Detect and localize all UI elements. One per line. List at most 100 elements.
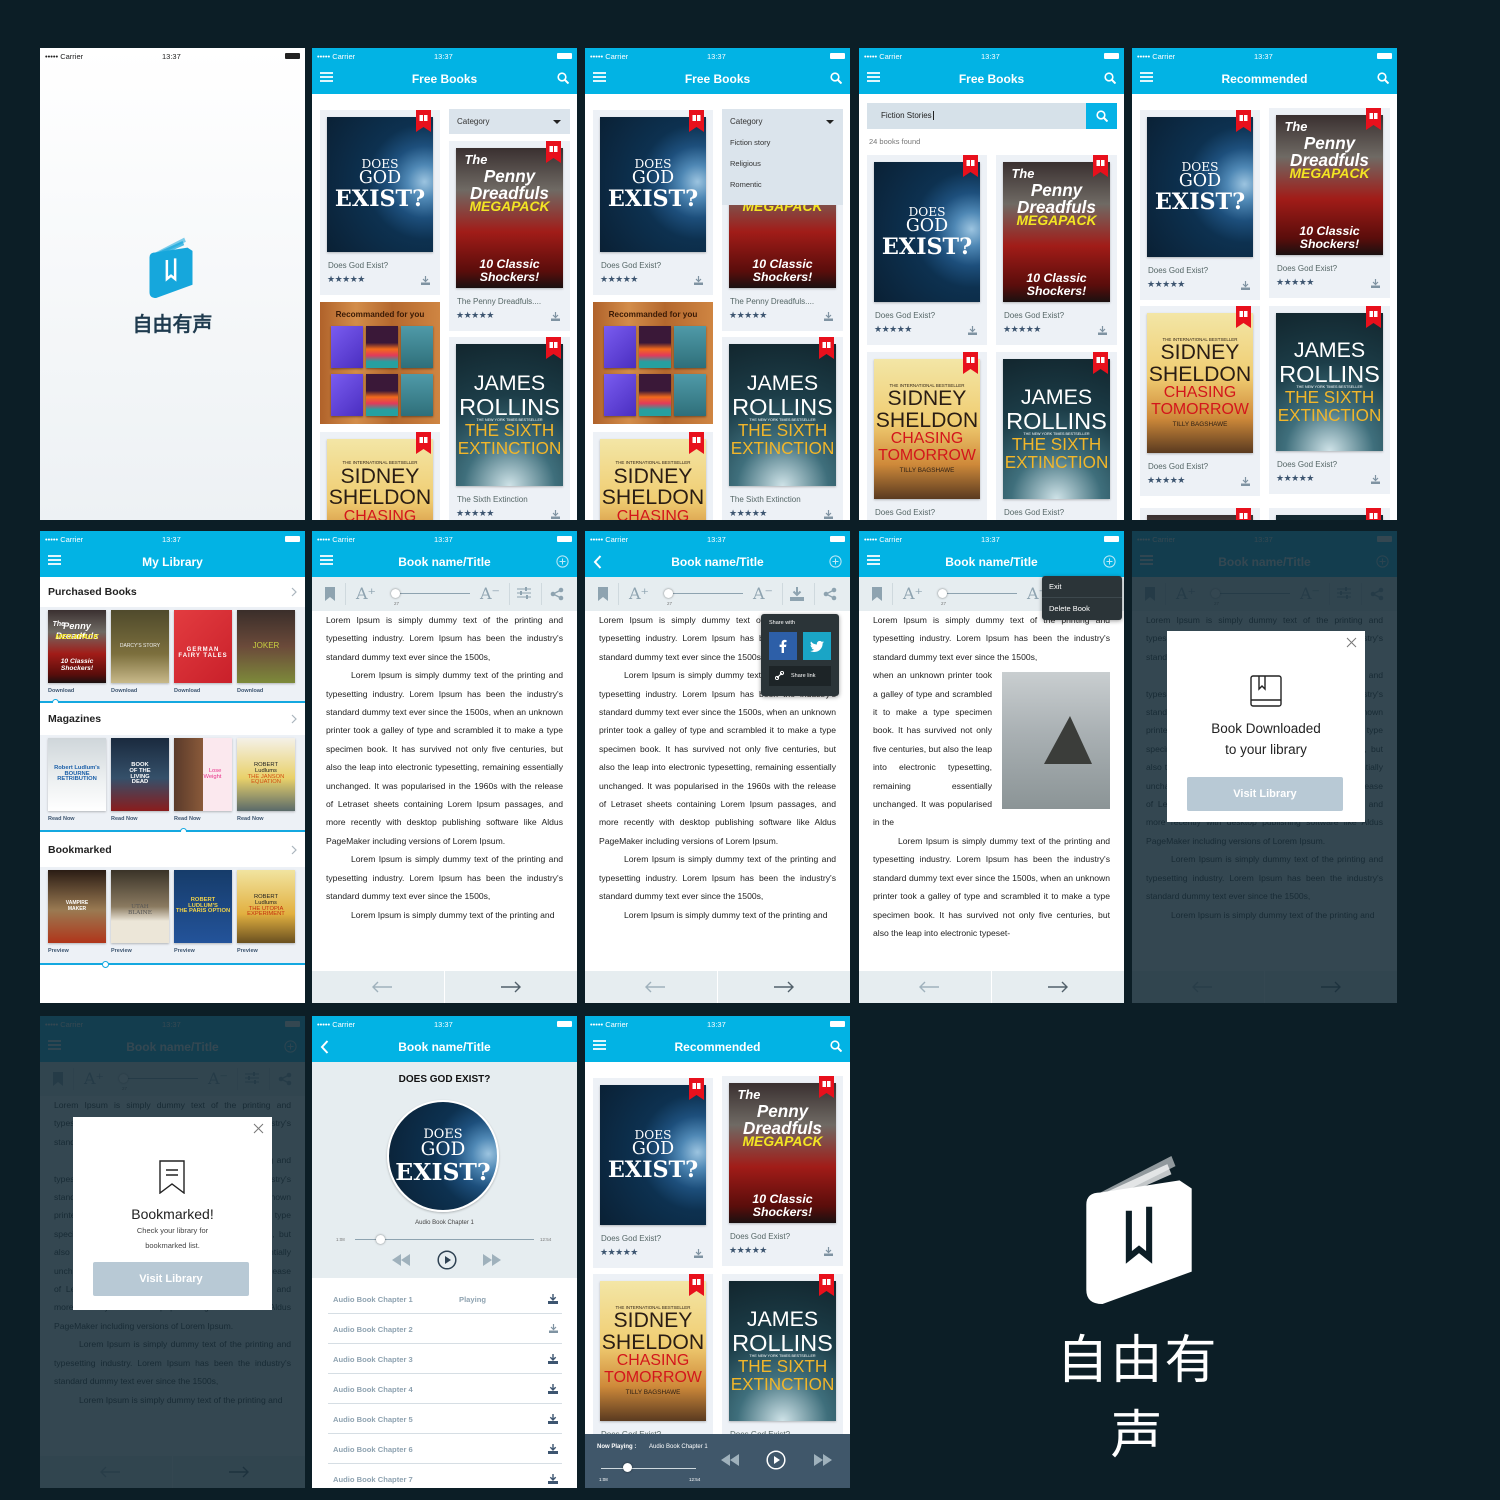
book-cover[interactable]: DOES GOD EXIST? (387, 1100, 499, 1212)
settings-button[interactable] (517, 587, 531, 599)
bookmark-ribbon-icon[interactable] (416, 432, 431, 454)
chapter-list-item[interactable]: Audio Book Chapter 5 (328, 1404, 562, 1434)
chapter-list-item[interactable]: Audio Book Chapter 6 (328, 1434, 562, 1464)
bookmark-ribbon-icon[interactable] (1236, 508, 1251, 520)
category-dropdown[interactable]: Category Fiction story Religious Romentic (722, 109, 843, 205)
font-size-slider[interactable] (939, 593, 1017, 594)
mini-book-cover[interactable] (331, 326, 363, 368)
bookmark-ribbon-icon[interactable] (819, 1274, 834, 1296)
download-icon[interactable] (549, 1324, 558, 1333)
share-button[interactable] (550, 587, 564, 601)
mini-book-cover[interactable] (674, 374, 706, 416)
font-increase-button[interactable]: A⁺ (356, 584, 376, 603)
visit-library-button[interactable]: Visit Library (1187, 777, 1343, 811)
search-button[interactable] (1104, 72, 1117, 85)
bookmark-ribbon-icon[interactable] (689, 432, 704, 454)
book-card[interactable]: THE INTERNATIONAL BESTSELLER SIDNEY SHELDO… (1140, 306, 1260, 496)
bookmark-ribbon-icon[interactable] (689, 1274, 704, 1296)
bookmark-ribbon-icon[interactable] (546, 337, 561, 359)
chapter-list-item[interactable]: Audio Book Chapter 3 (328, 1344, 562, 1374)
shelf-action-link[interactable]: Preview (174, 948, 195, 954)
bookmark-button[interactable] (872, 587, 882, 601)
download-icon[interactable] (548, 1414, 558, 1424)
download-icon[interactable] (1371, 279, 1380, 288)
bookmark-ribbon-icon[interactable] (546, 141, 561, 163)
now-playing-bar[interactable]: Now Playing : Audio Book Chapter 1 1:08 12:… (585, 1434, 850, 1488)
book-cover[interactable]: JAMESROLLINSTHE NEW YORK TIMES BESTSELLE… (729, 344, 836, 486)
book-cover[interactable]: ThePenny DreadfulsMEGAPACK10 Classic Sho… (729, 1083, 836, 1223)
mini-book-cover[interactable] (401, 374, 433, 416)
font-size-slider[interactable] (665, 593, 743, 594)
shelf-action-link[interactable]: Read Now (48, 816, 75, 822)
download-icon[interactable] (694, 276, 703, 285)
book-card[interactable]: DOES GOD EXIST? Does God Exist? ★★★★★ (593, 1078, 713, 1268)
shelf-action-link[interactable]: Preview (48, 948, 69, 954)
bookmark-ribbon-icon[interactable] (1093, 352, 1108, 374)
download-icon[interactable] (551, 312, 560, 321)
mini-book-cover[interactable] (604, 374, 636, 416)
download-icon[interactable] (548, 1444, 558, 1454)
bookmark-ribbon-icon[interactable] (689, 1078, 704, 1100)
download-icon[interactable] (421, 276, 430, 285)
book-card[interactable]: JAMESROLLINSTHE NEW YORK TIMES BESTSELLE… (1269, 306, 1390, 494)
rewind-button[interactable] (721, 1454, 739, 1466)
mini-book-cover[interactable] (366, 326, 398, 368)
book-cover[interactable]: Lose Weight (174, 738, 232, 811)
shelf-action-link[interactable]: Preview (111, 948, 132, 954)
close-icon[interactable] (253, 1123, 264, 1134)
book-cover[interactable]: JAMESROLLINSTHE NEW YORK TIMES BESTSELLE… (456, 344, 563, 486)
book-card[interactable]: DOES GOD EXIST? Does God Exist? ★★★★★ (320, 110, 440, 295)
book-card[interactable]: JAMESROLLINSTHE NEW YORK TIMES BESTSELLE… (996, 352, 1117, 520)
search-button[interactable] (830, 72, 843, 85)
book-card[interactable]: ThePenny DreadfulsMEGAPACK10 Classic Sho… (1269, 108, 1390, 298)
chapter-list-item[interactable]: Audio Book Chapter 2 (328, 1314, 562, 1344)
shelf-action-link[interactable]: Download (237, 688, 263, 694)
search-submit-button[interactable] (1086, 103, 1117, 129)
rewind-button[interactable] (392, 1254, 410, 1266)
book-cover[interactable]: DOES GOD EXIST? (1147, 117, 1253, 257)
bookmark-ribbon-icon[interactable] (1366, 108, 1381, 130)
font-size-knob[interactable] (391, 589, 400, 598)
library-section-header[interactable]: Magazines (40, 703, 305, 735)
download-icon[interactable] (824, 312, 833, 321)
bookmark-ribbon-icon[interactable] (1236, 306, 1251, 328)
download-icon[interactable] (824, 510, 833, 519)
close-icon[interactable] (1346, 637, 1357, 648)
download-icon[interactable] (548, 1384, 558, 1394)
next-page-button[interactable] (773, 981, 795, 993)
book-card[interactable]: ThePenny DreadfulsMEGAPACK10 Classic Sho… (722, 1076, 843, 1266)
shelf-scrollbar[interactable] (40, 960, 305, 968)
book-cover[interactable]: ROBERT Ludlums THE JANSON EQUATION (237, 738, 295, 811)
shelf-action-link[interactable]: Read Now (174, 816, 201, 822)
previous-page-button[interactable] (371, 981, 393, 993)
book-cover[interactable]: THE INTERNATIONAL BESTSELLER SIDNEY SHELDO… (600, 1281, 706, 1421)
mini-book-cover[interactable] (674, 326, 706, 368)
download-icon[interactable] (1371, 475, 1380, 484)
book-card[interactable]: JAMESROLLINSTHE NEW YORK TIMES BESTSELLE… (449, 337, 570, 520)
chapter-list-item[interactable]: Audio Book Chapter 4 (328, 1374, 562, 1404)
category-dropdown[interactable]: Category (449, 109, 570, 134)
dropdown-option[interactable]: Religious (730, 159, 761, 168)
book-cover[interactable]: ROBERT LUDLUM'S THE PARIS OPTION (174, 870, 232, 943)
book-cover[interactable]: ThePenny DreadfulsMEGAPACK10 Classic Sho… (1003, 162, 1110, 302)
book-cover[interactable]: JOKER (237, 610, 295, 683)
dropdown-option[interactable]: Fiction story (730, 138, 770, 147)
book-cover[interactable]: VAMPIRE MAKER (48, 870, 106, 943)
font-increase-button[interactable]: A⁺ (629, 584, 649, 603)
next-page-button[interactable] (500, 981, 522, 993)
library-section-header[interactable]: Purchased Books (40, 577, 305, 607)
shelf-action-link[interactable]: Download (111, 688, 137, 694)
shelf-action-link[interactable]: Download (48, 688, 74, 694)
font-size-knob[interactable] (938, 589, 947, 598)
bookmark-ribbon-icon[interactable] (1366, 306, 1381, 328)
download-icon[interactable] (694, 1249, 703, 1258)
mini-book-cover[interactable] (331, 374, 363, 416)
shelf-action-link[interactable]: Read Now (237, 816, 264, 822)
book-cover[interactable]: UTAH BLAINE (111, 870, 169, 943)
library-section-header[interactable]: Bookmarked (40, 832, 305, 867)
recommended-for-you-banner[interactable]: Recommanded for you (593, 302, 713, 424)
download-icon[interactable] (1241, 281, 1250, 290)
search-button[interactable] (830, 1040, 843, 1053)
book-card[interactable]: DOES GOD EXIST? Does God Exist? ★★★★★ (867, 155, 987, 345)
menu-item-exit[interactable]: Exit (1042, 576, 1122, 597)
